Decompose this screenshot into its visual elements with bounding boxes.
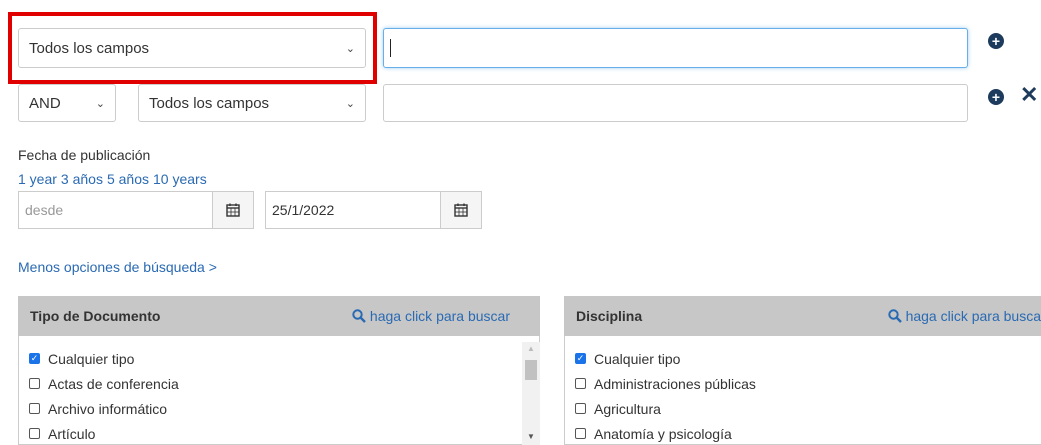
add-row-icon[interactable]: + (988, 33, 1004, 49)
facet-doc-type-title: Tipo de Documento (30, 308, 161, 324)
quick-link-10-years[interactable]: 10 years (153, 171, 207, 187)
list-item[interactable]: Artículo (19, 421, 539, 444)
checkbox[interactable] (29, 378, 40, 389)
facet-item-label: Actas de conferencia (48, 375, 179, 392)
checkbox[interactable] (575, 428, 586, 439)
scroll-down-icon[interactable]: ▼ (527, 432, 535, 441)
facet-item-label: Administraciones públicas (594, 375, 756, 392)
checkbox[interactable] (575, 378, 586, 389)
date-from-placeholder: desde (25, 202, 64, 218)
scroll-thumb[interactable] (525, 360, 537, 380)
list-item[interactable]: ✓ Cualquier tipo (19, 346, 539, 371)
list-item[interactable]: ✓ Cualquier tipo (565, 346, 1041, 371)
chevron-down-icon: ⌄ (95, 97, 105, 110)
checkbox[interactable] (29, 403, 40, 414)
list-item[interactable]: Archivo informático (19, 396, 539, 421)
facet-discipline-header: Disciplina haga click para busca (564, 296, 1041, 336)
operator-select[interactable]: AND ⌄ (18, 84, 116, 122)
operator-select-label: AND (29, 94, 61, 112)
quick-link-1-year[interactable]: 1 year (18, 171, 57, 187)
field-select-2[interactable]: Todos los campos ⌄ (138, 84, 366, 122)
facet-item-label: Archivo informático (48, 400, 168, 417)
search-input-2[interactable] (383, 84, 968, 122)
list-item[interactable]: Agricultura (565, 396, 1041, 421)
facet-item-label: Agricultura (594, 400, 661, 417)
facet-doc-type-search-label: haga click para buscar (369, 308, 510, 324)
facet-discipline-title: Disciplina (576, 308, 643, 324)
date-to-field[interactable]: 25/1/2022 (265, 191, 482, 229)
search-input-1[interactable] (383, 28, 968, 68)
facet-doc-type-header: Tipo de Documento haga click para buscar (18, 296, 540, 336)
calendar-icon[interactable] (212, 192, 253, 228)
facet-doc-type-list: ✓ Cualquier tipo Actas de conferencia Arc… (18, 336, 540, 445)
facet-item-label: Cualquier tipo (594, 350, 681, 367)
checkbox[interactable] (29, 428, 40, 439)
facet-discipline-list: ✓ Cualquier tipo Administraciones pública… (564, 336, 1041, 445)
list-item[interactable]: Administraciones públicas (565, 371, 1041, 396)
facet-discipline-search-label: haga click para busca (905, 308, 1041, 324)
facet-discipline-search[interactable]: haga click para busca (887, 308, 1041, 324)
less-options-link[interactable]: Menos opciones de búsqueda > (18, 259, 217, 275)
field-select-1-label: Todos los campos (29, 39, 150, 57)
calendar-icon[interactable] (440, 192, 481, 228)
checkbox[interactable] (575, 403, 586, 414)
facet-item-label: Artículo (48, 425, 96, 442)
scroll-up-icon[interactable]: ▲ (527, 344, 535, 353)
quick-link-5-years[interactable]: 5 años (107, 171, 149, 187)
facet-item-label: Anatomía y psicología (594, 425, 732, 442)
facet-doc-type-scrollbar[interactable]: ▲ ▼ (522, 342, 540, 445)
date-label: Fecha de publicación (18, 147, 151, 163)
search-icon (352, 309, 366, 323)
checkbox[interactable]: ✓ (575, 353, 586, 364)
text-caret (390, 39, 391, 57)
list-item[interactable]: Actas de conferencia (19, 371, 539, 396)
field-select-2-label: Todos los campos (149, 94, 270, 112)
add-row-icon[interactable]: + (988, 89, 1004, 105)
facet-doc-type-search[interactable]: haga click para buscar (352, 308, 510, 324)
date-to-value: 25/1/2022 (272, 202, 335, 218)
field-select-1[interactable]: Todos los campos ⌄ (18, 28, 366, 68)
quick-link-3-years[interactable]: 3 años (61, 171, 103, 187)
close-icon[interactable]: ✕ (1020, 84, 1038, 106)
chevron-down-icon: ⌄ (345, 97, 355, 110)
list-item[interactable]: Anatomía y psicología (565, 421, 1041, 444)
search-icon (887, 309, 902, 323)
date-quick-links: 1 year 3 años 5 años 10 years (18, 171, 207, 187)
chevron-down-icon: ⌄ (345, 42, 355, 55)
checkbox[interactable]: ✓ (29, 353, 40, 364)
facet-item-label: Cualquier tipo (48, 350, 135, 367)
date-from-field[interactable]: desde (18, 191, 254, 229)
